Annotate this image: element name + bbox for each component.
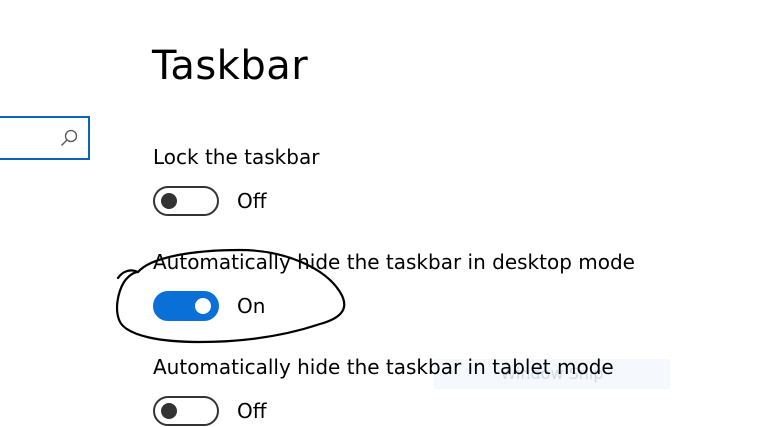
autohide-tablet-label: Automatically hide the taskbar in tablet… [153,355,614,379]
lock-taskbar-row: Off [153,186,267,216]
autohide-desktop-label: Automatically hide the taskbar in deskto… [153,250,635,274]
toggle-knob [195,298,211,314]
page-title: Taskbar [152,43,309,89]
autohide-tablet-row: Off [153,396,267,426]
autohide-desktop-row: On [153,291,265,321]
toggle-knob [161,193,177,209]
search-icon[interactable] [60,129,78,147]
autohide-tablet-toggle[interactable] [153,396,219,426]
lock-taskbar-label: Lock the taskbar [153,145,320,169]
toggle-knob [161,403,177,419]
lock-taskbar-toggle[interactable] [153,186,219,216]
settings-page: Taskbar Lock the taskbar Off Automatical… [0,0,757,427]
autohide-desktop-state: On [237,294,266,318]
autohide-tablet-state: Off [237,399,267,423]
autohide-desktop-toggle[interactable] [153,291,219,321]
search-box[interactable] [0,116,90,160]
lock-taskbar-state: Off [237,189,267,213]
search-input[interactable] [4,118,58,160]
